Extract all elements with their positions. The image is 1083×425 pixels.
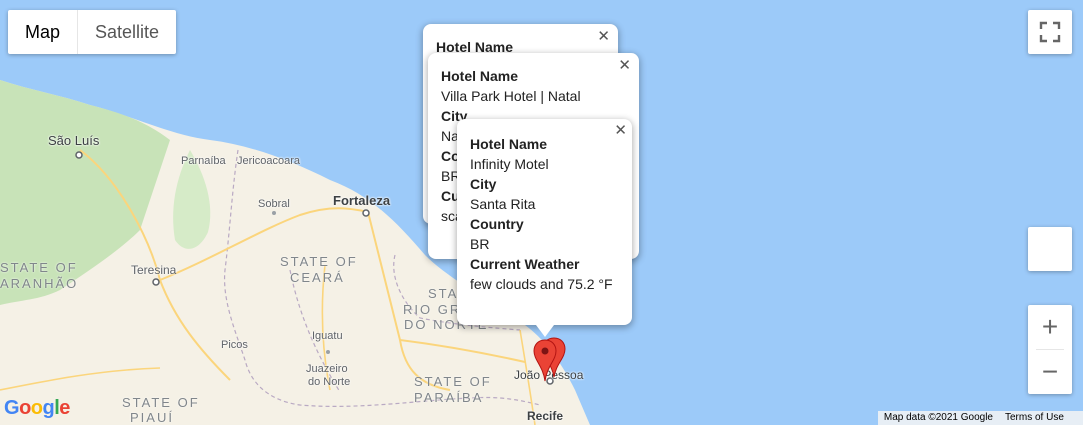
label-teresina: Teresina <box>131 263 177 277</box>
city-label: City <box>470 176 497 192</box>
country-label: Country <box>470 216 524 232</box>
label-state-maranhao-line1: STATE OF <box>0 260 78 275</box>
hotel-name-value: Infinity Motel <box>470 156 549 172</box>
label-juazeiro-line1: Juazeiro <box>306 363 348 375</box>
label-recife: Recife <box>527 409 564 423</box>
hotel-name-label: Hotel Name <box>441 68 519 84</box>
google-logo: Google <box>4 397 70 419</box>
label-juazeiro-line2: do Norte <box>308 376 351 388</box>
weather-value: few clouds and 75.2 °F <box>470 276 613 292</box>
satellite-button[interactable]: Satellite <box>77 10 176 54</box>
label-parnaiba: Parnaíba <box>181 155 226 167</box>
label-state-piaui-line2: PIAUÍ <box>130 410 174 425</box>
label-state-piaui-line1: STATE OF <box>122 395 200 410</box>
map-type-control: Map Satellite <box>8 10 177 54</box>
zoom-out-button[interactable]: − <box>1028 350 1072 394</box>
label-state-paraiba-line2: PARAÍBA <box>414 390 484 405</box>
map-data-attribution: Map data ©2021 Google <box>877 411 999 425</box>
fullscreen-button[interactable] <box>1028 10 1072 54</box>
label-jericoacoara: Jericoacoara <box>237 155 300 167</box>
label-state-paraiba-line1: STATE OF <box>414 374 492 389</box>
label-fortaleza: Fortaleza <box>333 193 391 208</box>
terms-of-use-link[interactable]: Terms of Use <box>999 411 1083 425</box>
hotel-name-value: Villa Park Hotel | Natal <box>441 88 581 104</box>
label-sobral: Sobral <box>258 198 290 210</box>
zoom-control: + − <box>1028 305 1072 394</box>
street-view-pegman-button[interactable] <box>1028 227 1072 271</box>
marker-pin-santa-rita[interactable] <box>533 339 557 382</box>
weather-label: Current Weather <box>470 256 580 272</box>
marker-group <box>533 337 566 382</box>
label-iguatu: Iguatu <box>312 330 343 342</box>
close-icon[interactable]: ✕ <box>597 27 610 45</box>
hotel-name-label: Hotel Name <box>470 136 548 152</box>
country-value: BR <box>470 236 490 252</box>
fullscreen-icon <box>1039 21 1061 43</box>
label-picos: Picos <box>221 339 248 351</box>
label-sao-luis: São Luís <box>48 133 100 148</box>
label-state-maranhao-line2: ARANHÃO <box>0 276 79 291</box>
city-value: Santa Rita <box>470 196 536 212</box>
close-icon[interactable]: ✕ <box>614 121 627 139</box>
zoom-in-button[interactable]: + <box>1028 305 1072 349</box>
label-state-ceara-line2: CEARÁ <box>290 270 345 285</box>
map-canvas[interactable]: São Luís Parnaíba Jericoacoara Sobral Fo… <box>0 0 1083 425</box>
info-window-front: ✕ Hotel Name Infinity Motel City Santa R… <box>457 119 632 325</box>
map-button[interactable]: Map <box>8 10 77 54</box>
label-state-ceara-line1: STATE OF <box>280 254 358 269</box>
close-icon[interactable]: ✕ <box>618 56 631 74</box>
